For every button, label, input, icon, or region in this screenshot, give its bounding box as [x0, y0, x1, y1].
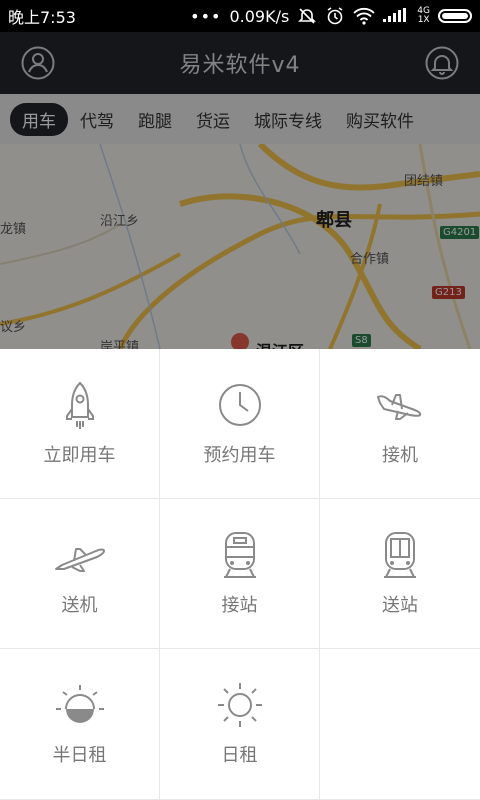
- status-bar: 晚上7:53 ••• 0.09K/s 4G 1X: [0, 0, 480, 32]
- service-menu: 立即用车 预约用车 接机 送机 接站 送站 半日租 日租: [0, 349, 480, 800]
- alarm-icon: [325, 6, 345, 26]
- tab-car[interactable]: 用车: [10, 102, 68, 136]
- menu-item-label: 半日租: [52, 745, 107, 766]
- menu-item-label: 接机: [382, 444, 418, 466]
- status-right: ••• 0.09K/s 4G 1X: [190, 6, 472, 26]
- menu-item-half-day[interactable]: 半日租: [0, 649, 160, 800]
- service-tabs: 用车 代驾 跑腿 货运 城际专线 购买软件: [0, 94, 480, 144]
- menu-item-label: 送机: [61, 594, 98, 616]
- user-icon[interactable]: [20, 45, 56, 81]
- menu-item-label: 立即用车: [43, 444, 116, 466]
- bell-icon[interactable]: [424, 45, 460, 81]
- map-view[interactable]: 郫县 团结镇 沿江乡 合作镇 龙镇 议乡 岸平镇 温江区 G4201 G213 …: [0, 144, 480, 349]
- app-header: 易米软件v4: [0, 32, 480, 94]
- sun-icon: [217, 683, 262, 727]
- menu-item-label: 预约用车: [203, 444, 276, 466]
- signal-icon: [383, 8, 409, 24]
- status-time: 晚上7:53: [8, 8, 76, 27]
- map-label: 岸平镇: [100, 340, 140, 349]
- menu-item-now[interactable]: 立即用车: [0, 349, 160, 499]
- plane-landing-icon: [377, 393, 422, 420]
- train-icon: [223, 531, 256, 578]
- road-shield: S8: [352, 334, 371, 347]
- page-title: 易米软件v4: [179, 53, 301, 78]
- menu-item-label: 日租: [221, 745, 258, 766]
- menu-item-label: 送站: [382, 594, 418, 616]
- plane-takeoff-icon: [54, 547, 105, 572]
- menu-item-pickup-station[interactable]: 接站: [160, 499, 320, 649]
- clock-icon: [218, 383, 261, 426]
- tab-buy-software[interactable]: 购买软件: [334, 103, 426, 136]
- metro-icon: [384, 531, 416, 578]
- map-label: 龙镇: [0, 222, 27, 237]
- wifi-icon: [353, 7, 375, 25]
- network-speed: 0.09K/s: [229, 6, 290, 26]
- map-label: 团结镇: [404, 174, 444, 189]
- battery-icon: [438, 9, 472, 23]
- menu-item-dropoff-station[interactable]: 送站: [320, 499, 480, 649]
- menu-item-reserve[interactable]: 预约用车: [160, 349, 320, 499]
- tab-driver[interactable]: 代驾: [68, 103, 126, 136]
- rocket-icon: [65, 381, 94, 429]
- dots-icon: •••: [190, 6, 222, 26]
- menu-item-label: 接站: [221, 594, 258, 616]
- map-label: 合作镇: [350, 252, 390, 267]
- menu-item-empty: [320, 649, 480, 800]
- map-label: 议乡: [0, 320, 27, 335]
- tab-intercity[interactable]: 城际专线: [242, 103, 334, 136]
- map-label: 沿江乡: [100, 214, 140, 229]
- menu-item-dropoff-flight[interactable]: 送机: [0, 499, 160, 649]
- road-shield: G213: [432, 286, 465, 299]
- road-shield: G4201: [440, 226, 480, 239]
- map-label: 郫县: [316, 210, 352, 231]
- menu-item-pickup-flight[interactable]: 接机: [320, 349, 480, 499]
- mute-icon: [297, 6, 317, 26]
- menu-item-day[interactable]: 日租: [160, 649, 320, 800]
- tab-errand[interactable]: 跑腿: [126, 103, 184, 136]
- half-sun-icon: [55, 685, 104, 723]
- tab-freight[interactable]: 货运: [184, 103, 242, 136]
- map-label: 温江区: [256, 338, 304, 349]
- network-type: 4G 1X: [417, 6, 430, 25]
